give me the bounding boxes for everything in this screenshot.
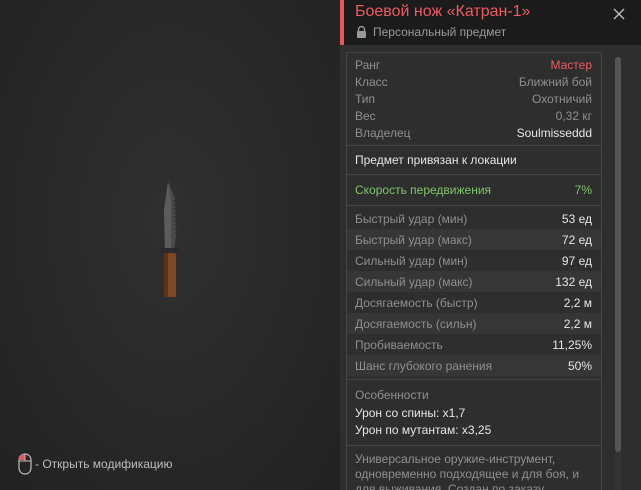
- hint-text: - Открыть модификацию: [35, 457, 173, 471]
- item-details-panel: Боевой нож «Катран-1» Персональный предм…: [340, 0, 641, 490]
- info-row-weight: Вес 0,32 кг: [347, 107, 601, 124]
- movement-speed-row: Скорость передвижения 7%: [347, 175, 601, 205]
- stat-row: Досягаемость (быстр) 2,2 м: [347, 292, 601, 313]
- close-icon[interactable]: [612, 7, 626, 21]
- speed-value: 7%: [574, 183, 592, 197]
- stat-value: 11,25%: [552, 337, 592, 352]
- info-row-rank: Ранг Мастер: [347, 56, 601, 73]
- open-modification-hint[interactable]: - Открыть модификацию: [18, 452, 173, 476]
- info-label: Владелец: [355, 125, 411, 140]
- info-row-type: Тип Охотничий: [347, 90, 601, 107]
- stat-row: Шанс глубокого ранения 50%: [347, 355, 601, 376]
- info-value: Ближний бой: [518, 74, 592, 89]
- stat-value: 2,2 м: [563, 295, 592, 310]
- item-header: Боевой нож «Катран-1» Персональный предм…: [340, 0, 641, 45]
- lock-icon: [357, 26, 366, 38]
- feature-line: Урон со спины: x1,7: [355, 406, 466, 420]
- knife-image: [160, 182, 180, 302]
- stat-row: Сильный удар (макс) 132 ед: [347, 271, 601, 292]
- info-value: 0,32 кг: [555, 108, 592, 123]
- stat-label: Сильный удар (мин): [355, 253, 468, 268]
- item-title: Боевой нож «Катран-1»: [355, 3, 531, 20]
- features-title: Особенности: [355, 388, 429, 402]
- stat-row: Сильный удар (мин) 97 ед: [347, 250, 601, 271]
- stats-content: Ранг Мастер Класс Ближний бой Тип Охотни…: [346, 52, 602, 490]
- scrollbar-track[interactable]: [615, 452, 621, 490]
- header-accent-bar: [340, 0, 344, 45]
- stat-label: Шанс глубокого ранения: [355, 358, 493, 373]
- stat-label: Досягаемость (быстр): [355, 295, 478, 310]
- info-section: Ранг Мастер Класс Ближний бой Тип Охотни…: [347, 53, 601, 141]
- feature-line: Урон по мутантам: x3,25: [355, 423, 492, 437]
- damage-stats: Быстрый удар (мин) 53 ед Быстрый удар (м…: [347, 206, 601, 379]
- info-row-class: Класс Ближний бой: [347, 73, 601, 90]
- info-label: Вес: [355, 108, 376, 123]
- info-value: Мастер: [550, 57, 592, 72]
- stat-value: 97 ед: [561, 253, 592, 268]
- scrollbar-thumb[interactable]: [615, 57, 621, 452]
- item-preview-area: - Открыть модификацию: [0, 0, 340, 490]
- info-label: Класс: [355, 74, 388, 89]
- subtitle-text: Персональный предмет: [373, 25, 507, 39]
- stat-value: 50%: [567, 358, 592, 373]
- stat-label: Пробиваемость: [355, 337, 443, 352]
- stat-value: 53 ед: [561, 211, 592, 226]
- features-section: Особенности Урон со спины: x1,7 Урон по …: [347, 380, 601, 445]
- stat-row: Быстрый удар (мин) 53 ед: [347, 208, 601, 229]
- stat-value: 72 ед: [561, 232, 592, 247]
- stat-row: Быстрый удар (макс) 72 ед: [347, 229, 601, 250]
- stat-value: 132 ед: [555, 274, 592, 289]
- location-bound-notice: Предмет привязан к локации: [355, 153, 517, 167]
- item-description: Универсальное оружие-инструмент, одновре…: [355, 452, 580, 490]
- stat-label: Быстрый удар (мин): [355, 211, 468, 226]
- info-value: Охотничий: [532, 91, 592, 106]
- item-subtitle: Персональный предмет: [356, 25, 506, 39]
- info-row-owner: Владелец Soulmisseddd: [347, 124, 601, 141]
- info-value: Soulmisseddd: [516, 125, 592, 140]
- stat-label: Досягаемость (сильн): [355, 316, 477, 331]
- info-label: Ранг: [355, 57, 381, 72]
- speed-label: Скорость передвижения: [355, 183, 492, 197]
- mouse-icon: [18, 453, 32, 475]
- info-label: Тип: [355, 91, 376, 106]
- stat-label: Быстрый удар (макс): [355, 232, 472, 247]
- stat-label: Сильный удар (макс): [355, 274, 473, 289]
- stat-row: Пробиваемость 11,25%: [347, 334, 601, 355]
- stat-row: Досягаемость (сильн) 2,2 м: [347, 313, 601, 334]
- stat-value: 2,2 м: [563, 316, 592, 331]
